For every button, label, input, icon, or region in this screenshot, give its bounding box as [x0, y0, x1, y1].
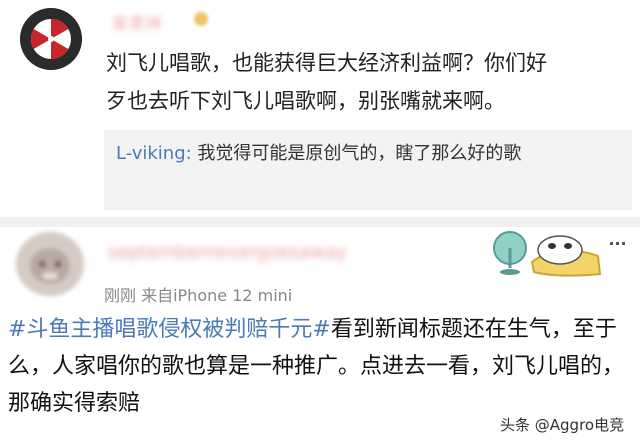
- comment-text: 刘飞儿唱歌，也能获得巨大经济利益啊？你们好 歹也去听下刘飞儿唱歌啊，别张嘴就来啊…: [106, 51, 547, 113]
- author-name[interactable]: 吴思祥: [112, 10, 198, 33]
- cat-avatar-icon: [16, 232, 84, 296]
- reply-text: 我觉得可能是原创气的，瞎了那么好的歌: [191, 143, 522, 164]
- author-name[interactable]: septembernevergoesaway: [108, 242, 388, 266]
- reply-username[interactable]: L-viking:: [116, 143, 192, 164]
- avatar[interactable]: [16, 232, 84, 296]
- fan-and-cat-sticker-icon: [488, 212, 628, 278]
- hashtag-link[interactable]: #斗鱼主播唱歌侵权被判赔千元#: [8, 317, 331, 342]
- avatar[interactable]: [20, 8, 82, 70]
- vip-badge-icon: [194, 12, 208, 26]
- umbrella-logo-icon: [20, 8, 82, 70]
- comment-text: #斗鱼主播唱歌侵权被判赔千元#看到新闻标题还在生气，至于么，人家唱你的歌也算是一…: [8, 311, 638, 422]
- reply-content: L-viking: 我觉得可能是原创气的，瞎了那么好的歌: [116, 137, 616, 171]
- post-meta: 刚刚 来自iPhone 12 mini: [104, 286, 293, 305]
- watermark: 头条 @Aggro电竞: [500, 416, 625, 434]
